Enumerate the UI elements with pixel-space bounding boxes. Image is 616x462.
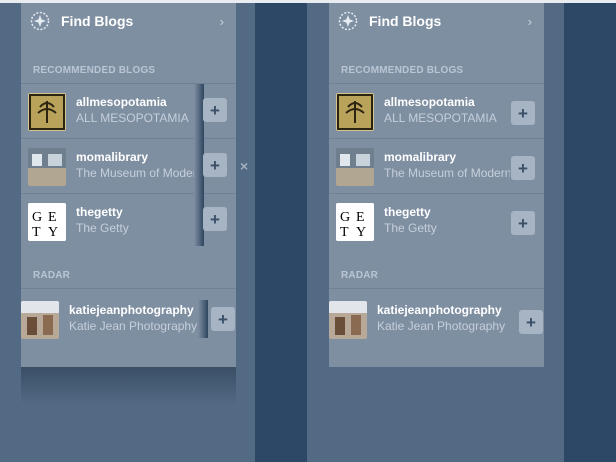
moma-avatar xyxy=(336,148,374,186)
getty-avatar: GETY xyxy=(28,203,66,241)
katie-avatar xyxy=(21,301,59,339)
find-blogs-row[interactable]: Find Blogs › xyxy=(329,3,544,40)
mesopotamia-avatar xyxy=(28,93,66,131)
chevron-right-icon: › xyxy=(219,14,224,29)
blog-row[interactable]: GETY thegetty The Getty + xyxy=(329,194,544,248)
getty-avatar: GETY xyxy=(336,203,374,241)
blog-title: Katie Jean Photography xyxy=(377,319,506,333)
panel-fade xyxy=(21,367,236,405)
blog-name[interactable]: momalibrary xyxy=(76,150,186,164)
section-radar: RADAR xyxy=(33,270,71,281)
compass-icon xyxy=(30,11,50,31)
blog-name[interactable]: katiejeanphotography xyxy=(69,303,207,317)
follow-button[interactable]: + xyxy=(511,101,535,125)
find-blogs-label: Find Blogs xyxy=(369,13,442,29)
left-gutter xyxy=(0,3,21,462)
blog-name[interactable]: katiejeanphotography xyxy=(377,303,515,317)
blog-title: The Museum of Modern xyxy=(76,166,196,180)
follow-button[interactable]: + xyxy=(203,207,227,231)
left-dark-strip xyxy=(255,3,307,462)
blog-row[interactable]: momalibrary The Museum of Modern + xyxy=(329,139,544,193)
blog-title: The Museum of Modern xyxy=(384,166,510,180)
blog-name[interactable]: allmesopotamia xyxy=(384,95,510,109)
follow-button[interactable]: + xyxy=(203,98,227,122)
follow-button[interactable]: + xyxy=(511,156,535,180)
find-blogs-label: Find Blogs xyxy=(61,13,134,29)
divider xyxy=(329,288,544,289)
svg-text:Y: Y xyxy=(48,225,58,240)
sidebar-right: Find Blogs › RECOMMENDED BLOGS allmesopo… xyxy=(329,3,544,367)
radar-row[interactable]: katiejeanphotography Katie Jean Photogra… xyxy=(329,292,544,346)
section-recommended: RECOMMENDED BLOGS xyxy=(341,65,464,76)
svg-text:G: G xyxy=(340,210,350,225)
chevron-right-icon: › xyxy=(527,14,532,29)
moma-avatar xyxy=(28,148,66,186)
scroll-shade xyxy=(198,300,208,338)
katie-avatar xyxy=(329,301,367,339)
mesopotamia-avatar xyxy=(336,93,374,131)
section-radar: RADAR xyxy=(341,270,379,281)
blog-title: The Getty xyxy=(76,221,129,235)
blog-row[interactable]: allmesopotamia ALL MESOPOTAMIA + xyxy=(329,84,544,138)
follow-button[interactable]: + xyxy=(211,307,235,331)
blog-name[interactable]: thegetty xyxy=(76,205,186,219)
svg-text:T: T xyxy=(340,225,349,240)
blog-title: ALL MESOPOTAMIA xyxy=(384,111,497,125)
right-dark-strip xyxy=(564,3,616,462)
svg-text:G: G xyxy=(32,210,42,225)
svg-text:E: E xyxy=(48,210,57,225)
svg-text:T: T xyxy=(32,225,41,240)
blog-title: Katie Jean Photography xyxy=(69,319,198,333)
blog-title: ALL MESOPOTAMIA xyxy=(76,111,189,125)
follow-button[interactable]: + xyxy=(519,310,543,334)
blog-name[interactable]: momalibrary xyxy=(384,150,510,164)
divider xyxy=(21,288,236,289)
svg-text:E: E xyxy=(356,210,365,225)
blog-name[interactable]: thegetty xyxy=(384,205,510,219)
blog-name[interactable]: allmesopotamia xyxy=(76,95,186,109)
find-blogs-row[interactable]: Find Blogs › xyxy=(21,3,236,40)
close-icon[interactable]: × xyxy=(240,158,248,174)
blog-title: The Getty xyxy=(384,221,437,235)
compass-icon xyxy=(338,11,358,31)
follow-button[interactable]: + xyxy=(511,211,535,235)
svg-text:Y: Y xyxy=(356,225,366,240)
section-recommended: RECOMMENDED BLOGS xyxy=(33,65,156,76)
follow-button[interactable]: + xyxy=(203,153,227,177)
